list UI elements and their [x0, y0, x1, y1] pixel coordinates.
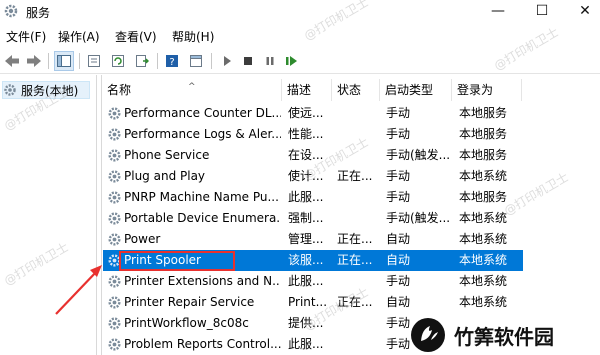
cell-startup-type: 手动 [386, 127, 411, 141]
cell-startup-type: 手动(触发... [386, 211, 451, 225]
annotation-arrow-icon [55, 265, 102, 315]
cell-startup-type: 自动 [386, 232, 411, 246]
gear-icon [108, 149, 121, 162]
table-row[interactable]: Performance Counter DL... 使远... 手动 本地服务 [103, 103, 523, 124]
cell-name: Phone Service [124, 148, 210, 162]
window-title: 服务 [26, 6, 51, 20]
cell-description: 强制... [288, 211, 324, 225]
cell-status [337, 103, 381, 124]
cell-name: Problem Reports Control... [124, 337, 281, 351]
cell-logon-as: 本地系统 [459, 295, 508, 309]
highlight-box [119, 251, 235, 271]
column-header-name[interactable]: 名称 ^ [102, 79, 282, 101]
cell-startup-type: 手动(触发... [386, 148, 451, 162]
menu-action[interactable]: 操作(A) [58, 28, 100, 45]
services-app-icon [4, 4, 18, 18]
table-row[interactable]: Printer Repair Service Print... 正在... 自动 本地系… [103, 292, 523, 313]
gear-icon [108, 170, 121, 183]
cell-logon-as: 本地服务 [459, 106, 508, 120]
table-row[interactable]: Portable Device Enumera... 强制... 手动(触发... 本… [103, 208, 523, 229]
cell-status [337, 334, 381, 355]
cell-name: Plug and Play [124, 169, 206, 183]
cell-startup-type: 手动 [386, 169, 411, 183]
help-icon[interactable]: ? [162, 51, 182, 71]
cell-description: 该服... [288, 253, 324, 267]
table-row[interactable]: Printer Extensions and N... 此服... 手动 本地系统 [103, 271, 523, 292]
minimize-button[interactable]: — [478, 0, 518, 22]
menu-view[interactable]: 查看(V) [115, 28, 157, 45]
cell-startup-type: 自动 [386, 295, 411, 309]
cell-description: 使远... [288, 106, 324, 120]
gear-icon [108, 191, 121, 204]
cell-name: Power [124, 232, 161, 246]
gear-icon [108, 128, 121, 141]
cell-description: 此服... [288, 190, 324, 204]
cell-description: 此服... [288, 274, 324, 288]
cell-status: 正在... [337, 232, 373, 246]
svg-text:?: ? [169, 57, 174, 68]
cell-logon-as: 本地系统 [459, 274, 508, 288]
sort-ascending-icon: ^ [188, 82, 196, 92]
services-list: 名称 ^ 描述 状态 启动类型 登录为 Performance Counter D… [101, 75, 600, 355]
cell-startup-type: 手动 [386, 190, 411, 204]
cell-status [337, 187, 381, 208]
close-button[interactable]: ✕ [565, 0, 600, 22]
cell-name: Performance Counter DL... [124, 106, 281, 120]
export-list-icon[interactable] [132, 51, 152, 71]
site-logo: 竹筭软件园 [410, 315, 600, 355]
gear-icon [108, 233, 121, 246]
back-icon[interactable] [2, 51, 22, 71]
restart-service-icon[interactable] [282, 51, 302, 71]
cell-name: Printer Repair Service [124, 295, 255, 309]
cell-status [337, 208, 381, 229]
cell-status: 正在... [337, 253, 373, 267]
table-row[interactable]: Performance Logs & Aler... 性能... 手动 本地服务 [103, 124, 523, 145]
cell-name: Portable Device Enumera... [124, 211, 281, 225]
cell-logon-as: 本地系统 [459, 253, 508, 267]
gear-icon [108, 107, 121, 120]
show-tree-icon[interactable] [54, 51, 74, 71]
menu-help[interactable]: 帮助(H) [172, 28, 214, 45]
cell-status: 正在... [337, 169, 373, 183]
column-header-status[interactable]: 状态 [332, 79, 380, 101]
gear-icon [108, 338, 121, 351]
pause-service-icon[interactable] [260, 51, 280, 71]
cell-logon-as: 本地系统 [459, 232, 508, 246]
cell-logon-as: 本地系统 [459, 169, 508, 183]
stop-service-icon[interactable] [238, 51, 258, 71]
cell-name: PNRP Machine Name Pu... [124, 190, 279, 204]
cell-logon-as: 本地服务 [459, 148, 508, 162]
cell-description: 此服... [288, 337, 324, 351]
cell-name: Performance Logs & Aler... [124, 127, 281, 141]
cell-status [337, 313, 381, 334]
cell-logon-as: 本地服务 [459, 127, 508, 141]
start-service-icon[interactable] [217, 51, 237, 71]
cell-startup-type: 手动 [386, 106, 411, 120]
bamboo-logo-icon [411, 318, 445, 352]
menu-file[interactable]: 文件(F) [6, 28, 46, 45]
cell-description: 性能... [288, 127, 324, 141]
cell-startup-type: 手动 [386, 274, 411, 288]
title-bar: 服务 — ☐ ✕ [0, 0, 600, 24]
cell-name: PrintWorkflow_8c08c [124, 316, 249, 330]
site-logo-text: 竹筭软件园 [454, 324, 554, 349]
column-header-startup-type[interactable]: 启动类型 [380, 79, 452, 101]
cell-description: 管理... [288, 232, 324, 246]
table-row[interactable]: PNRP Machine Name Pu... 此服... 手动 本地服务 [103, 187, 523, 208]
table-row[interactable]: Power 管理... 正在... 自动 本地系统 [103, 229, 523, 250]
maximize-button[interactable]: ☐ [522, 0, 562, 22]
gear-icon [108, 212, 121, 225]
console-icon[interactable] [186, 51, 206, 71]
refresh-icon[interactable] [108, 51, 128, 71]
cell-name: Printer Extensions and N... [124, 274, 281, 288]
forward-icon[interactable] [24, 51, 44, 71]
column-header-description[interactable]: 描述 [282, 79, 332, 101]
properties-icon[interactable] [84, 51, 104, 71]
gear-icon [4, 84, 16, 96]
cell-startup-type: 自动 [386, 253, 411, 267]
column-header-logon-as[interactable]: 登录为 [452, 79, 522, 101]
